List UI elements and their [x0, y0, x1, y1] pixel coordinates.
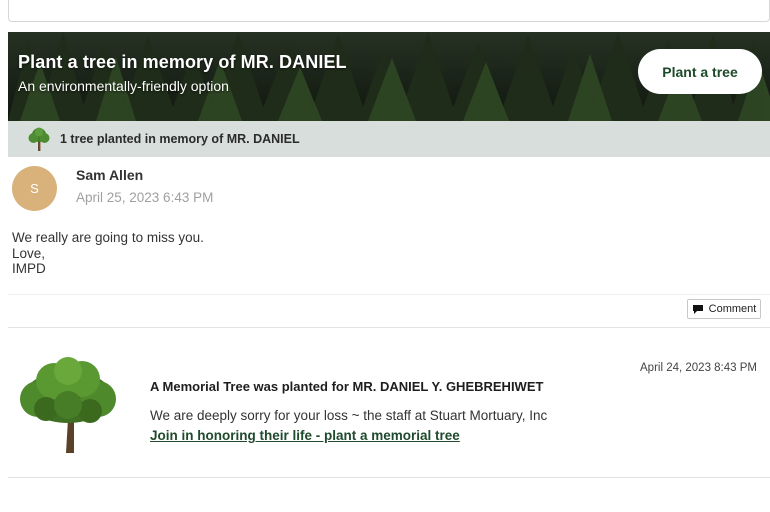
- avatar: S: [12, 166, 57, 211]
- memorial-date: April 24, 2023 8:43 PM: [640, 362, 757, 374]
- divider: [8, 477, 770, 478]
- comment-button[interactable]: Comment: [687, 299, 761, 319]
- comment-label: Comment: [708, 303, 757, 315]
- post-message: We really are going to miss you. Love, I…: [12, 230, 204, 277]
- post-author: Sam Allen: [76, 167, 144, 183]
- memorial-tree-icon: [20, 357, 116, 453]
- post-date: April 25, 2023 6:43 PM: [76, 190, 214, 205]
- previous-card: [8, 0, 770, 22]
- plant-tree-banner: Plant a tree in memory of MR. DANIEL An …: [8, 32, 770, 121]
- speech-bubble-icon: [692, 304, 703, 314]
- plant-a-tree-button[interactable]: Plant a tree: [638, 49, 762, 94]
- memorial-heading: A Memorial Tree was planted for MR. DANI…: [150, 379, 544, 394]
- divider: [8, 327, 770, 328]
- trees-planted-count: 1 tree planted in memory of MR. DANIEL: [60, 132, 300, 146]
- message-line: We really are going to miss you.: [12, 230, 204, 245]
- tree-icon: [28, 127, 50, 151]
- trees-planted-bar: 1 tree planted in memory of MR. DANIEL: [8, 121, 770, 157]
- banner-subtitle: An environmentally-friendly option: [18, 78, 229, 94]
- banner-title: Plant a tree in memory of MR. DANIEL: [18, 52, 347, 72]
- message-line: IMPD: [12, 261, 46, 276]
- message-line: Love,: [12, 245, 46, 261]
- plant-memorial-tree-link[interactable]: Join in honoring their life - plant a me…: [150, 428, 460, 443]
- memorial-message: We are deeply sorry for your loss ~ the …: [150, 408, 548, 423]
- divider: [8, 294, 770, 295]
